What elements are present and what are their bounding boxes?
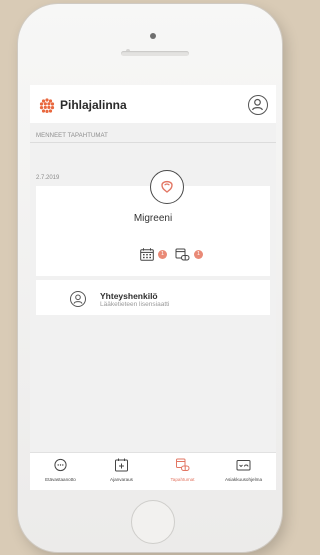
tab-etavastaanotto[interactable]: Etävastaanotto — [30, 453, 91, 490]
tab-label: Asiakkuusohjelma — [224, 477, 263, 482]
profile-button[interactable] — [248, 95, 268, 115]
medication-icon — [175, 248, 190, 261]
section-divider — [30, 142, 276, 143]
front-camera — [150, 33, 156, 39]
calendar-count-badge: 1 — [158, 250, 167, 259]
earpiece-speaker — [121, 51, 189, 56]
headache-icon — [161, 180, 173, 193]
medication-count-badge: 1 — [194, 250, 203, 259]
event-title: Migreeni — [133, 213, 173, 224]
event-date: 2.7.2019 — [36, 175, 60, 181]
tab-label: Ajanvaraus — [110, 477, 133, 482]
bottom-tab-bar: Etävastaanotto Ajanvaraus Tapahtumat Asi… — [30, 452, 276, 490]
tab-tapahtumat[interactable]: Tapahtumat — [152, 453, 213, 490]
event-category-badge — [150, 170, 184, 204]
app-screen: Pihlajalinna MENNEET TAPAHTUMAT 2.7.2019… — [30, 85, 276, 490]
brand-name: Pihlajalinna — [60, 98, 127, 112]
contact-role: Lääketieteen lisensiaatti — [100, 301, 170, 308]
tab-label: Tapahtumat — [170, 477, 195, 482]
tab-label: Etävastaanotto — [45, 477, 76, 482]
tab-asiakkuusohjelma[interactable]: Asiakkuusohjelma — [213, 453, 274, 490]
user-icon — [252, 98, 264, 111]
person-icon — [73, 294, 83, 304]
membership-card-icon — [236, 460, 251, 471]
calendar-plus-icon — [115, 458, 128, 472]
home-button[interactable] — [131, 500, 175, 544]
chat-icon — [54, 458, 67, 472]
contact-name: Yhteyshenkilö — [100, 291, 158, 301]
tab-ajanvaraus[interactable]: Ajanvaraus — [91, 453, 152, 490]
phone-frame: Pihlajalinna MENNEET TAPAHTUMAT 2.7.2019… — [18, 4, 282, 552]
pihlajalinna-logo-icon — [39, 98, 55, 113]
app-header: Pihlajalinna — [30, 85, 276, 123]
contact-avatar — [70, 291, 86, 307]
events-icon — [176, 458, 190, 471]
section-title: MENNEET TAPAHTUMAT — [36, 133, 108, 139]
calendar-icon — [140, 248, 154, 261]
